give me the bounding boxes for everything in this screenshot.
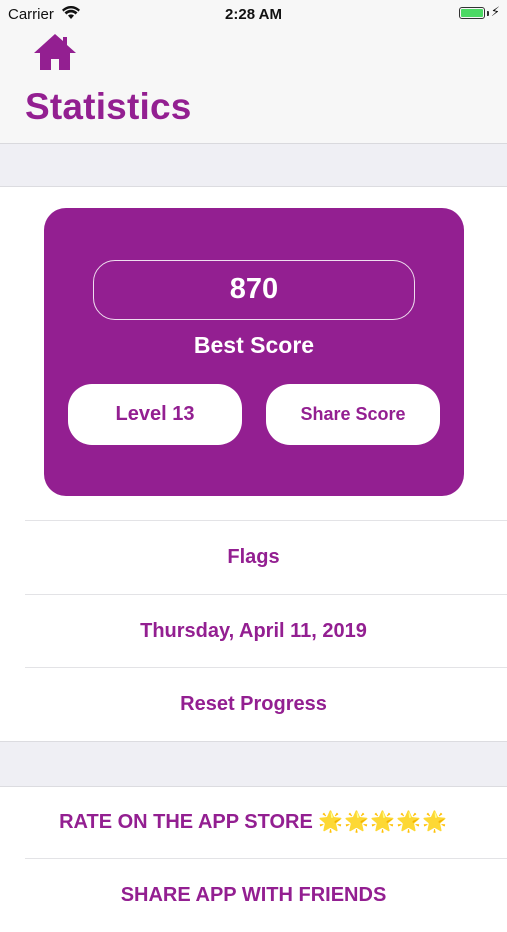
level-button[interactable]: Level 13 [68,384,242,445]
date-row: Thursday, April 11, 2019 [140,620,367,642]
reset-progress-row[interactable]: Reset Progress [0,668,507,741]
home-icon[interactable] [32,32,78,72]
clock: 2:28 AM [225,6,282,23]
section-gap [0,741,507,787]
rate-app-row[interactable]: RATE ON THE APP STORE 🌟🌟🌟🌟🌟 [0,786,507,859]
section-gap [0,144,507,187]
rate-app-label: RATE ON THE APP STORE [59,811,313,833]
best-score-label: Best Score [193,332,315,358]
score-card: 870 Best Score Level 13 Share Score [44,208,464,496]
charging-icon: ⚡ [490,4,500,19]
share-app-row[interactable]: SHARE APP WITH FRIENDS [0,859,507,932]
status-bar: Carrier 2:28 AM ⚡ [0,0,507,28]
battery-icon [459,7,485,19]
page-title: Statistics [25,86,192,127]
star-icons: 🌟🌟🌟🌟🌟 [318,811,448,833]
best-score-value: 870 [93,260,415,320]
share-score-button[interactable]: Share Score [266,384,440,445]
flags-row[interactable]: Flags [0,521,507,594]
battery-cap [487,11,489,16]
